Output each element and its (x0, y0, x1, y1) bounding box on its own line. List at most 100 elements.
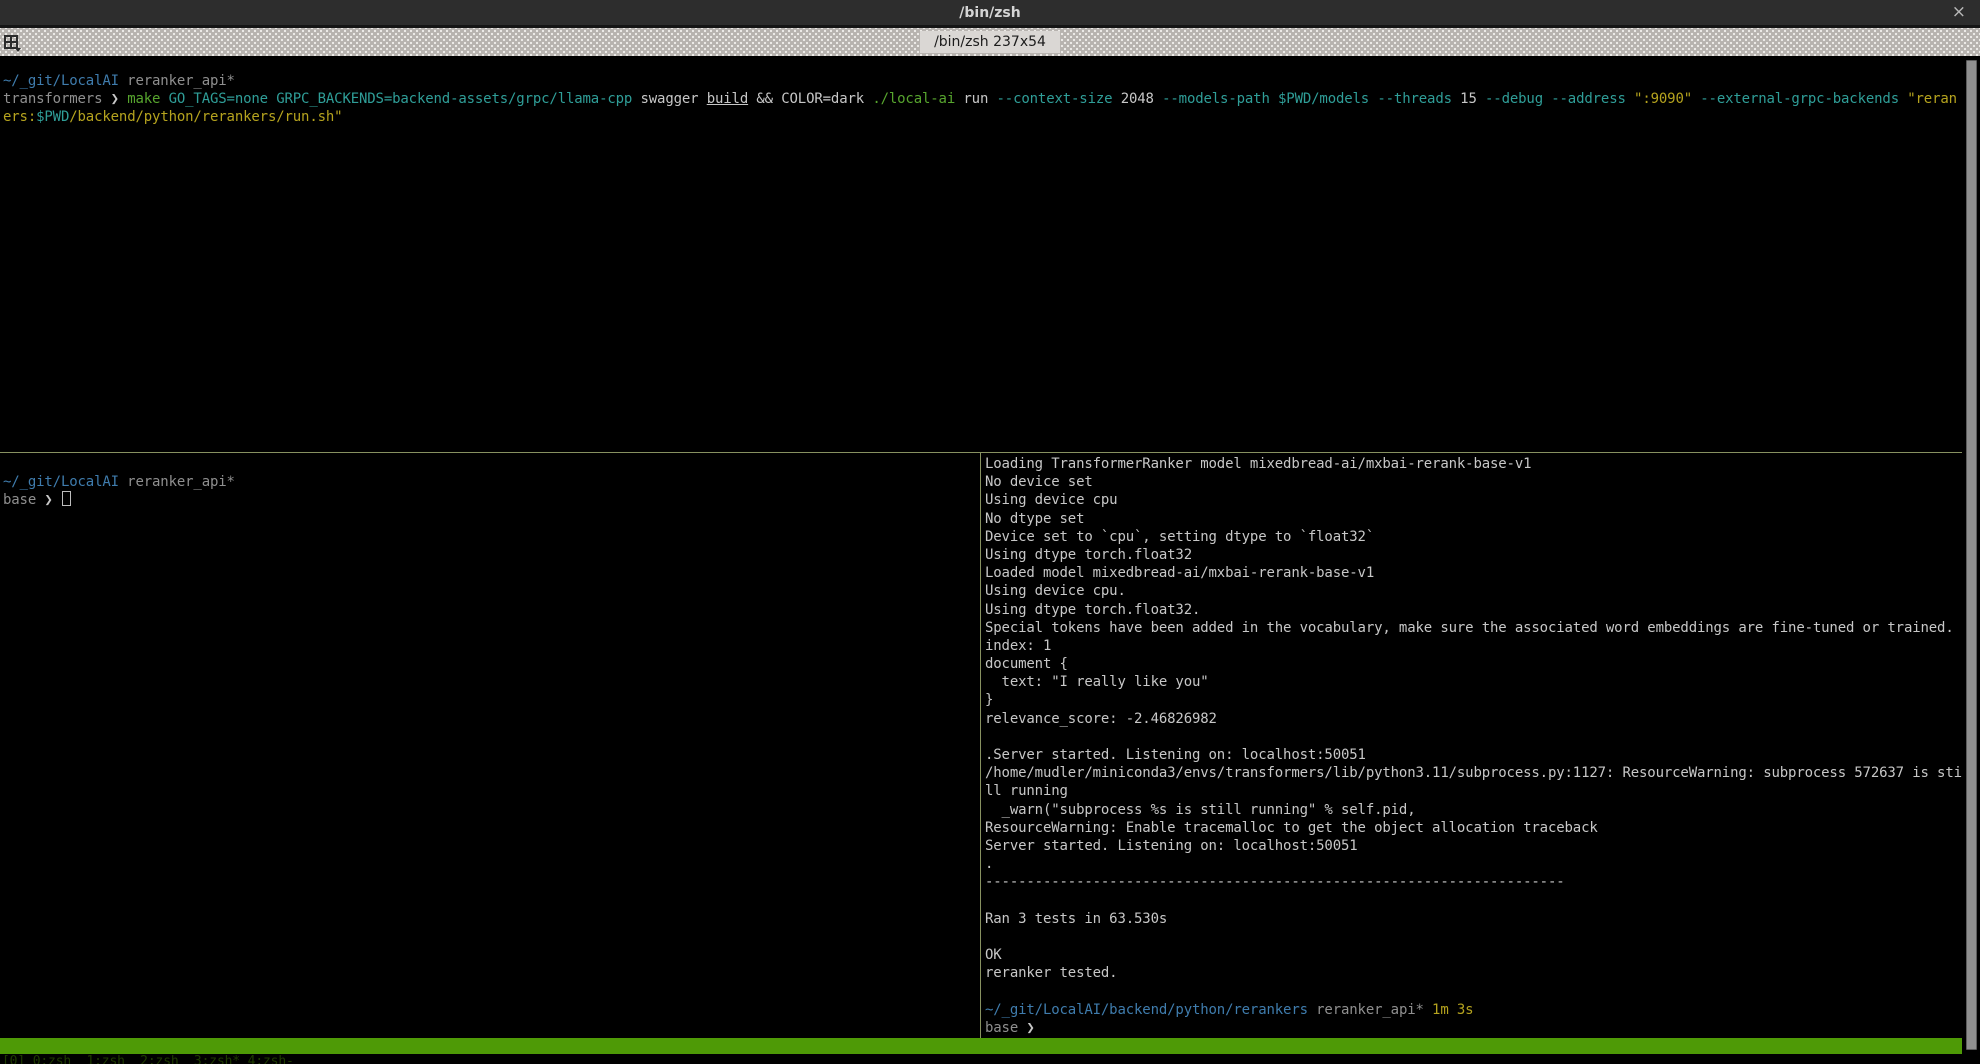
terminal-text: Ran 3 tests in 63.530s (985, 911, 1167, 927)
terminal-line: relevance_score: -2.46826982 (985, 710, 1962, 728)
terminal-text: .Server started. Listening on: localhost… (985, 747, 1366, 763)
terminal-text: Loaded model mixedbread-ai/mxbai-rerank-… (985, 565, 1374, 581)
terminal-line: transformers ❯ make GO_TAGS=none GRPC_BA… (3, 90, 1958, 108)
terminal-line: _warn("subprocess %s is still running" %… (985, 801, 1962, 819)
text-cursor (62, 491, 71, 506)
terminal-text: && COLOR=dark (748, 91, 872, 107)
terminal-text: ❯ (1026, 1020, 1034, 1036)
terminal-text: swagger (640, 91, 706, 107)
terminal-line: Using device cpu (985, 491, 1962, 509)
terminal-line: Server started. Listening on: localhost:… (985, 837, 1962, 855)
terminal-text: ~/_git/LocalAI (3, 73, 119, 89)
terminal-line (985, 892, 1962, 910)
terminal-line: base ❯ (3, 491, 980, 509)
terminal-line: Using device cpu. (985, 582, 1962, 600)
terminal-line: text: "I really like you" (985, 673, 1962, 691)
terminal-content: ~/_git/LocalAI reranker_api*transformers… (0, 56, 1962, 1038)
terminal-text: Using device cpu (985, 492, 1117, 508)
terminal-text: ❯ (111, 91, 128, 107)
terminal-line (3, 455, 980, 473)
terminal-line: Using dtype torch.float32. (985, 601, 1962, 619)
terminal-text: "rerank (1907, 91, 1958, 107)
terminal-text: transformers (3, 91, 111, 107)
terminal-text: . (985, 856, 993, 872)
terminal-text: /backend/python/rerankers/run.sh" (69, 109, 342, 125)
terminal-text: index: 1 (985, 638, 1051, 654)
terminal-text: $PWD/models (1278, 91, 1377, 107)
terminal-text: ll running (985, 783, 1068, 799)
terminal-text: ❯ (44, 492, 61, 508)
bottom-left-pane[interactable]: ~/_git/LocalAI reranker_api*base ❯ (0, 453, 980, 1038)
terminal-line: reranker tested. (985, 964, 1962, 982)
terminal-text: Using device cpu. (985, 583, 1126, 599)
terminal-line (985, 982, 1962, 1000)
terminal-line: ----------------------------------------… (985, 873, 1962, 891)
bottom-right-pane[interactable]: Loading TransformerRanker model mixedbre… (981, 453, 1962, 1038)
terminal-line: Device set to `cpu`, setting dtype to `f… (985, 528, 1962, 546)
top-pane[interactable]: ~/_git/LocalAI reranker_api*transformers… (0, 56, 1962, 452)
terminal-text: document { (985, 656, 1068, 672)
terminal-text: --threads (1377, 91, 1460, 107)
terminal-text: reranker tested. (985, 965, 1117, 981)
terminal-text: base (3, 492, 44, 508)
titlebar[interactable]: /bin/zsh × (0, 0, 1980, 28)
terminal-text: No device set (985, 474, 1093, 490)
terminal-line (985, 728, 1962, 746)
terminal-text: Loading TransformerRanker model mixedbre… (985, 456, 1531, 472)
terminal-text: 2048 (1121, 91, 1162, 107)
close-icon[interactable]: × (1952, 2, 1966, 22)
terminal-text: --external-grpc-backends (1700, 91, 1907, 107)
tmux-status-bar: [0] 0:zsh 1:zsh 2:zsh 3:zsh* 4:zsh- "~/_… (0, 1038, 1962, 1054)
terminal-line: ~/_git/LocalAI reranker_api* (3, 473, 980, 491)
terminal-text: 15 (1460, 91, 1485, 107)
layout-grid-icon[interactable] (4, 34, 22, 52)
terminal-text: base (985, 1020, 1026, 1036)
terminal-line: Using dtype torch.float32 (985, 546, 1962, 564)
terminal-text: --context-size (997, 91, 1121, 107)
terminal-text: reranker_api* (119, 73, 235, 89)
terminal-text: Using dtype torch.float32 (985, 547, 1192, 563)
terminal-text: } (985, 692, 993, 708)
terminal-line: . (985, 855, 1962, 873)
terminal-line: document { (985, 655, 1962, 673)
terminal-line: ll running (985, 782, 1962, 800)
terminal-text: text: "I really like you" (985, 674, 1209, 690)
terminal-text: ----------------------------------------… (985, 874, 1565, 890)
terminal-text: ./local-ai (872, 91, 963, 107)
terminal-text: GO_TAGS=none GRPC_BACKENDS=backend-asset… (169, 91, 641, 107)
terminal-text: ":9090" (1634, 91, 1700, 107)
terminal-line (985, 928, 1962, 946)
terminal-text: OK (985, 947, 1002, 963)
terminal-line: ResourceWarning: Enable tracemalloc to g… (985, 819, 1962, 837)
terminal-text: relevance_score: -2.46826982 (985, 711, 1217, 727)
terminal-line: No device set (985, 473, 1962, 491)
terminal-text: --debug --address (1485, 91, 1634, 107)
status-window-list: [0] 0:zsh 1:zsh 2:zsh 3:zsh* 4:zsh- (2, 1054, 294, 1064)
terminal-text: --models-path (1162, 91, 1278, 107)
terminal-window: /bin/zsh × /bin/zsh 237x54 ~/_git/LocalA… (0, 0, 1980, 1064)
terminal-text: 1m 3s (1424, 1002, 1474, 1018)
terminal-text: run (963, 91, 996, 107)
scrollbar[interactable] (1962, 56, 1980, 1054)
terminal-line: OK (985, 946, 1962, 964)
terminal-text: _warn("subprocess %s is still running" %… (985, 802, 1416, 818)
tab-label: /bin/zsh 237x54 (920, 31, 1060, 53)
terminal-text: ~/_git/LocalAI/backend/python/rerankers (985, 1002, 1308, 1018)
tab-bar: /bin/zsh 237x54 (0, 28, 1980, 56)
window-title: /bin/zsh (959, 5, 1020, 21)
terminal-text: Using dtype torch.float32. (985, 602, 1200, 618)
terminal-text: ResourceWarning: Enable tracemalloc to g… (985, 820, 1598, 836)
terminal-line: ~/_git/LocalAI reranker_api* (3, 72, 1958, 90)
terminal-text: $PWD (36, 109, 69, 125)
terminal-text: make (127, 91, 168, 107)
terminal-text: ~/_git/LocalAI (3, 474, 119, 490)
terminal-text: No dtype set (985, 511, 1084, 527)
terminal-text: ers: (3, 109, 36, 125)
scrollbar-thumb[interactable] (1966, 60, 1977, 1050)
terminal-line: index: 1 (985, 637, 1962, 655)
terminal-line: Special tokens have been added in the vo… (985, 619, 1962, 637)
terminal-line: Loaded model mixedbread-ai/mxbai-rerank-… (985, 564, 1962, 582)
terminal-text: /home/mudler/miniconda3/envs/transformer… (985, 765, 1962, 781)
terminal-text: reranker_api* (119, 474, 235, 490)
terminal-text: Special tokens have been added in the vo… (985, 620, 1954, 636)
